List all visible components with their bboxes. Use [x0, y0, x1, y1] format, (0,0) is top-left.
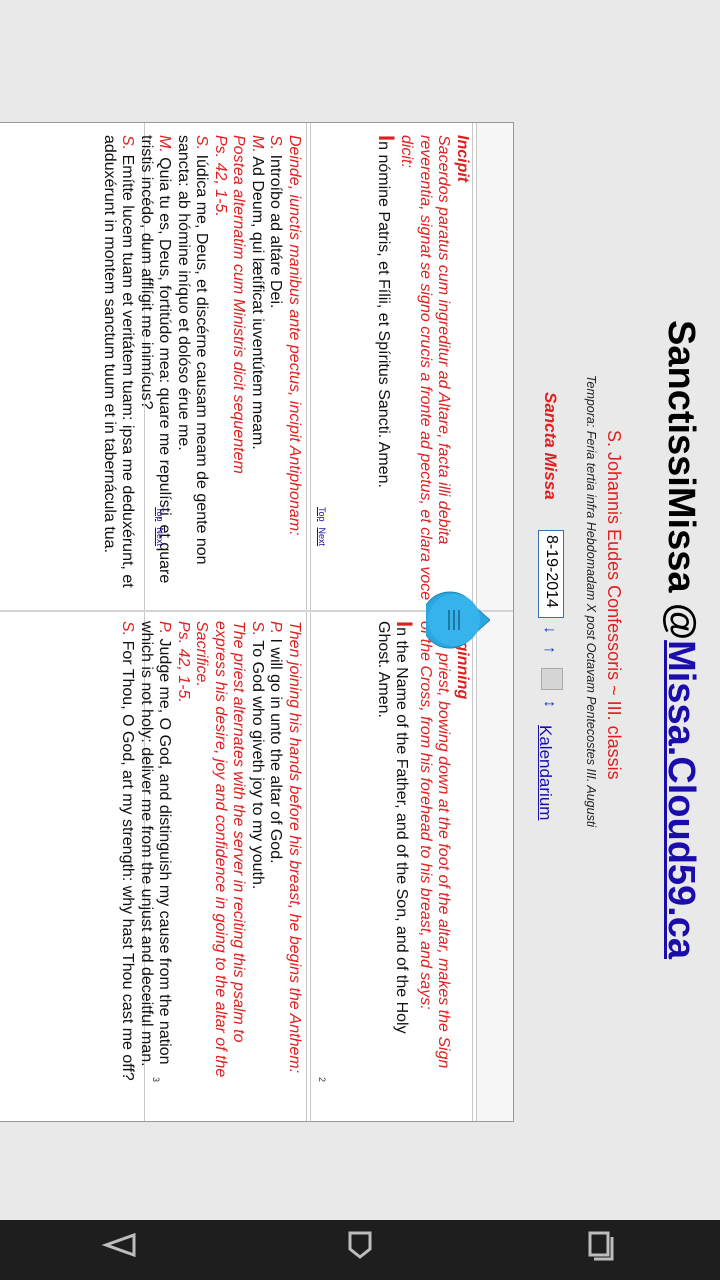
divider — [306, 123, 307, 1121]
speaker-s: S. — [119, 135, 137, 151]
top-link[interactable]: Top — [155, 507, 165, 522]
english-rubric-1: Then joining his hands before his breast… — [286, 621, 303, 1074]
home-icon[interactable] — [300, 1225, 420, 1275]
arrow-down-icon[interactable]: ↓ — [540, 626, 558, 634]
row1-english: Beginning The priest, bowing down at the… — [374, 621, 471, 1081]
english-text: In the Name of the Father, and of the So… — [374, 621, 418, 1081]
latin-line-text: Ad Deum, qui lætíficat iuventútem meam. — [249, 156, 266, 450]
psalm-ref: Ps. 42, 1-5. — [175, 621, 192, 703]
psalm-ref: Ps. 42, 1-5. — [212, 135, 229, 217]
latin-line: S. Emítte lucem tuam et veritátem tuam: … — [100, 135, 137, 605]
english-line: P. Judge me, O God, and distinguish my c… — [137, 621, 174, 1081]
top-link[interactable]: Top — [317, 507, 327, 522]
english-line: S. For Thou, O God, art my strength: why… — [118, 621, 137, 1081]
row2-latin: Deinde, iunctis manibus ante pectus, inc… — [100, 135, 303, 605]
latin-rubric: Sacerdos paratus cum ingreditur ad Altar… — [398, 135, 453, 601]
system-nav-bar — [0, 1220, 720, 1280]
feast-title: S. Johannis Eudes Confessoris ~ III. cla… — [604, 430, 624, 780]
speaker-m: M. — [156, 135, 174, 153]
rotated-page: SanctissiMissa @Missa.Cloud59.ca S. Joha… — [0, 0, 720, 1220]
toggle-box[interactable] — [541, 668, 563, 690]
english-line-text: To God who giveth joy to my youth. — [249, 640, 266, 890]
latin-line: M. Ad Deum, qui lætíficat iuventútem mea… — [248, 135, 266, 605]
speaker-m: M. — [249, 135, 266, 153]
site-link[interactable]: Missa.Cloud59.ca — [660, 640, 702, 959]
arrow-up-icon[interactable]: ↑ — [540, 646, 558, 654]
divider — [310, 123, 311, 1121]
latin-rubric-2: Postea alternatim cum Ministris dicit se… — [230, 135, 248, 474]
text-cursor-handle[interactable] — [426, 588, 490, 652]
speaker-s: S. — [267, 135, 285, 151]
speaker-s: S. — [119, 621, 137, 637]
english-line-text: I will go in unto the altar of God. — [267, 638, 285, 864]
latin-heading: Incipit — [454, 135, 471, 183]
english-line-text: Judge me, O God, and distinguish my caus… — [138, 621, 174, 1067]
english-body: n the Name of the Father, and of the Son… — [375, 621, 411, 1034]
latin-body: n nómine Patris, et Fílii, et Spíritus S… — [375, 141, 392, 488]
tempora-line: Tempora: Feria tertia infra Hebdomadam X… — [584, 375, 598, 828]
latin-line-text: Introíbo ad altáre Dei. — [267, 154, 285, 309]
row-number: 2 — [317, 1077, 327, 1083]
latin-line: S. Iúdica me, Deus, et discérne causam m… — [174, 135, 211, 605]
next-link[interactable]: Next — [155, 528, 165, 547]
speaker-p: P. — [156, 621, 174, 635]
date-field[interactable] — [538, 530, 564, 618]
arrow-updown-icon[interactable]: ↕ — [540, 700, 558, 708]
english-rubric: The priest, bowing down at the foot of t… — [417, 621, 453, 1069]
speaker-p: P. — [267, 621, 285, 635]
latin-line: S. Introíbo ad altáre Dei. — [266, 135, 285, 605]
kalendarium-link[interactable]: Kalendarium — [535, 725, 555, 820]
speaker-s: S. — [193, 135, 211, 151]
english-line: P. I will go in unto the altar of God. — [266, 621, 285, 1081]
speaker-s: S. — [249, 621, 266, 637]
latin-line-text: Iúdica me, Deus, et discérne causam meam… — [175, 135, 211, 565]
page-title: SanctissiMissa @Missa.Cloud59.ca — [659, 320, 702, 959]
next-link[interactable]: Next — [317, 528, 327, 547]
row2-english: Then joining his hands before his breast… — [118, 621, 304, 1081]
latin-rubric-1: Deinde, iunctis manibus ante pectus, inc… — [286, 135, 303, 536]
english-rubric-2: The priest alternates with the server in… — [193, 621, 248, 1078]
english-heading: Beginning — [454, 621, 471, 700]
recents-icon[interactable] — [540, 1225, 660, 1275]
title-prefix: SanctissiMissa @ — [660, 320, 702, 641]
back-icon[interactable] — [60, 1225, 180, 1275]
english-line-text: For Thou, O God, art my strength: why ha… — [119, 640, 137, 1081]
latin-text: In nómine Patris, et Fílii, et Spíritus … — [374, 135, 399, 605]
row1-nav: Top Next — [317, 507, 327, 552]
latin-line-text: Emítte lucem tuam et veritátem tuam: ips… — [101, 135, 137, 588]
row2-nav: Top Next — [155, 507, 165, 552]
row1-latin: Incipit Sacerdos paratus cum ingreditur … — [374, 135, 471, 605]
english-line: S. To God who giveth joy to my youth. — [248, 621, 266, 1081]
app-viewport: SanctissiMissa @Missa.Cloud59.ca S. Joha… — [0, 0, 720, 1220]
sancta-missa-label: Sancta Missa — [541, 392, 560, 500]
